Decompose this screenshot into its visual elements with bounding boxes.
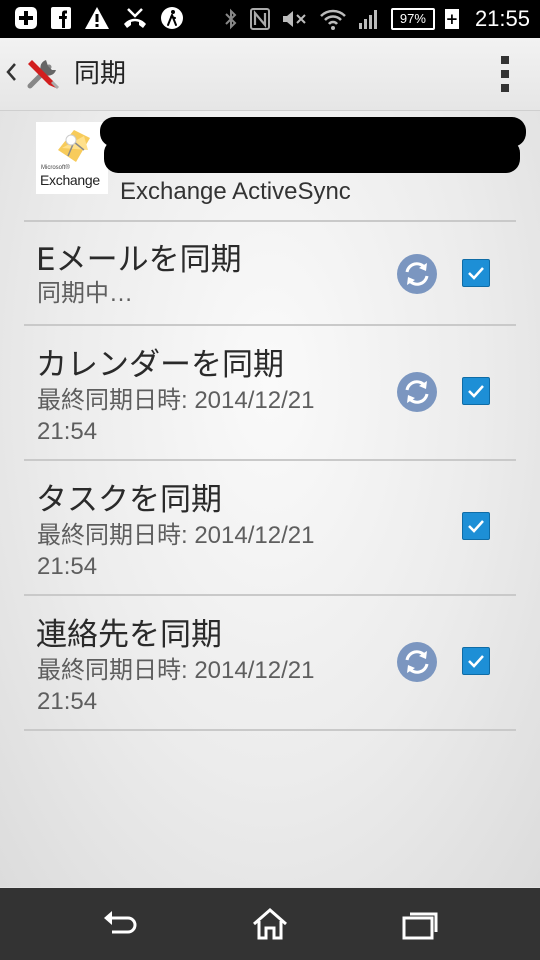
exchange-logo: Microsoft® Exchange <box>36 122 108 194</box>
checkmark-icon <box>468 520 484 533</box>
battery-icon: 97% <box>390 8 435 30</box>
row-status: 最終同期日時: 2014/12/21 21:54 <box>37 657 315 715</box>
sync-now-icon[interactable] <box>396 253 438 295</box>
sync-checkbox[interactable] <box>462 647 490 675</box>
walking-icon <box>161 7 183 29</box>
wifi-icon <box>320 9 346 30</box>
page-title: 同期 <box>74 59 127 89</box>
exchange-envelope-icon <box>58 130 90 162</box>
checkmark-icon <box>468 385 484 398</box>
divider <box>24 729 516 731</box>
up-caret-icon[interactable] <box>4 60 18 84</box>
nfc-icon <box>249 8 270 30</box>
sync-row-email[interactable]: Eメールを同期 同期中… <box>0 222 540 324</box>
account-header: Microsoft® Exchange Exchange ActiveSync <box>0 111 540 221</box>
row-title: カレンダーを同期 <box>36 347 284 383</box>
missed-call-icon <box>124 8 146 28</box>
account-type: Exchange ActiveSync <box>120 178 351 205</box>
row-title: タスクを同期 <box>36 482 222 518</box>
redacted-account-name-2 <box>104 139 520 173</box>
sync-row-calendar[interactable]: カレンダーを同期 最終同期日時: 2014/12/21 21:54 <box>0 326 540 459</box>
logo-small-text: Microsoft® <box>41 165 70 171</box>
warning-icon <box>85 7 109 29</box>
sync-settings-content: Microsoft® Exchange Exchange ActiveSync … <box>0 111 540 887</box>
row-title: 連絡先を同期 <box>36 617 222 653</box>
plus-icon <box>15 7 37 29</box>
back-icon[interactable] <box>100 906 140 942</box>
status-time: 21:55 <box>474 6 530 31</box>
charging-plus-icon: + <box>444 9 459 29</box>
sync-checkbox[interactable] <box>462 512 490 540</box>
sync-row-tasks[interactable]: タスクを同期 最終同期日時: 2014/12/21 21:54 <box>0 461 540 594</box>
navigation-bar <box>0 888 540 960</box>
sync-now-icon[interactable] <box>396 641 438 683</box>
logo-text: Exchange <box>40 172 100 188</box>
row-status: 最終同期日時: 2014/12/21 21:54 <box>37 387 315 445</box>
row-status: 同期中… <box>37 280 133 307</box>
checkmark-icon <box>468 655 484 668</box>
battery-percent: 97% <box>399 11 426 26</box>
sync-now-icon[interactable] <box>396 371 438 413</box>
mute-icon <box>282 11 306 27</box>
sync-checkbox[interactable] <box>462 259 490 287</box>
facebook-icon <box>51 7 71 29</box>
recent-apps-icon[interactable] <box>400 906 440 942</box>
row-title: Eメールを同期 <box>36 242 242 278</box>
signal-icon <box>358 10 377 29</box>
bluetooth-icon <box>225 8 237 30</box>
overflow-menu-icon[interactable] <box>500 56 510 92</box>
status-bar: 97% + 21:55 <box>0 0 540 38</box>
settings-tools-icon[interactable] <box>22 52 64 94</box>
sync-row-contacts[interactable]: 連絡先を同期 最終同期日時: 2014/12/21 21:54 <box>0 596 540 729</box>
checkmark-icon <box>468 267 484 280</box>
home-icon[interactable] <box>250 906 290 942</box>
row-status: 最終同期日時: 2014/12/21 21:54 <box>37 522 315 580</box>
action-bar: 同期 <box>0 38 540 111</box>
sync-checkbox[interactable] <box>462 377 490 405</box>
